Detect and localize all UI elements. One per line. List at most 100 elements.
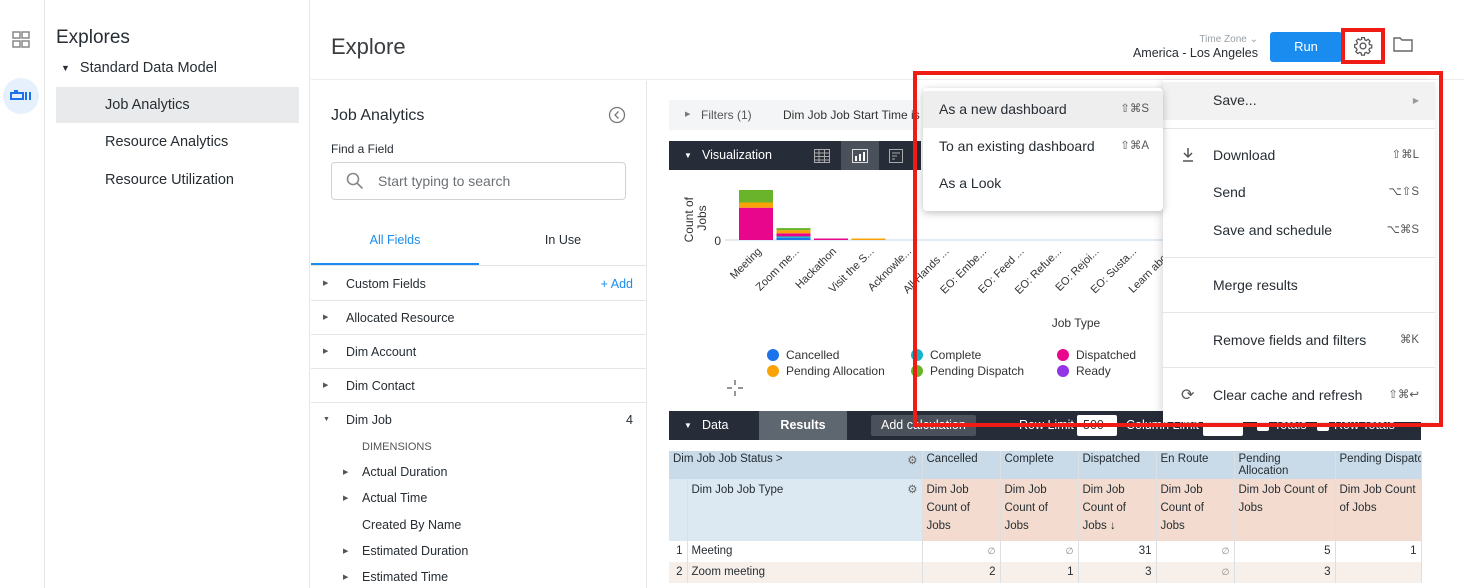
menu-item-shortcut: ⇧⌘S xyxy=(1120,103,1149,115)
add-calculation-button[interactable]: Add calculation xyxy=(871,415,976,436)
gear-icon[interactable]: ⚙ xyxy=(907,481,917,499)
row-limit-label: Row Limit xyxy=(1019,418,1074,432)
tab-all-fields[interactable]: All Fields xyxy=(311,222,479,266)
value-cell: 5 xyxy=(1234,541,1336,562)
pivot-column-header[interactable]: Pending Dispatc xyxy=(1335,451,1422,479)
measure-header[interactable]: Dim Job Count of Jobs xyxy=(922,479,1001,541)
table-viz-button[interactable] xyxy=(803,141,841,170)
bar-segment-pending-allocation[interactable] xyxy=(851,238,886,241)
explores-nav: Explores ▼ Standard Data Model Job Analy… xyxy=(45,0,310,588)
value-cell: 3 xyxy=(1234,562,1336,583)
measure-header[interactable]: Dim Job Count of Jobs ↓ xyxy=(1078,479,1157,541)
menu-divider xyxy=(1163,312,1435,313)
submenu-item-as-look[interactable]: As a Look xyxy=(923,165,1163,202)
collapse-picker-button[interactable] xyxy=(608,106,626,129)
bar-segment-pending-dispatch[interactable] xyxy=(776,228,811,231)
menu-item-label: To an existing dashboard xyxy=(939,138,1095,154)
field-search-input[interactable] xyxy=(378,173,598,189)
menu-item-label: As a new dashboard xyxy=(939,101,1067,117)
nav-item-job-analytics[interactable]: Job Analytics xyxy=(56,87,299,123)
dashboards-button[interactable] xyxy=(3,22,39,58)
field-actual-duration[interactable]: ▶ Actual Duration xyxy=(343,465,447,479)
explore-button[interactable] xyxy=(3,78,39,114)
nav-item-resource-analytics[interactable]: Resource Analytics xyxy=(56,124,299,160)
field-created-by-name[interactable]: Created By Name xyxy=(362,518,461,532)
bar-segment-pending-dispatch[interactable] xyxy=(739,190,773,203)
group-custom-fields[interactable]: ▶ Custom Fields + Add xyxy=(311,267,647,301)
caret-right-icon: ▶ xyxy=(343,469,349,476)
left-rail xyxy=(0,0,45,588)
dimension-header-cell[interactable]: Dim Job Job Type ⚙ xyxy=(687,479,923,541)
submenu-item-existing-dashboard[interactable]: To an existing dashboard ⇧⌘A xyxy=(923,128,1163,165)
gear-icon[interactable]: ⚙ xyxy=(907,453,917,467)
legend-item-dispatched[interactable]: Dispatched xyxy=(1057,348,1136,362)
legend-item-pending-dispatch[interactable]: Pending Dispatch xyxy=(911,364,1024,378)
legend-label: Pending Dispatch xyxy=(930,364,1024,378)
field-actual-time[interactable]: ▶ Actual Time xyxy=(343,491,427,505)
row-number: 2 xyxy=(669,562,688,583)
measure-header[interactable]: Dim Job Count of Jobs xyxy=(1156,479,1235,541)
menu-item-save-and-schedule[interactable]: Save and schedule ⌥⌘S xyxy=(1163,212,1435,249)
pivot-column-header[interactable]: Dispatched xyxy=(1078,451,1157,479)
bar-segment-pending-allocation[interactable] xyxy=(776,230,811,234)
measure-header[interactable]: Dim Job Count of Jobs xyxy=(1335,479,1422,541)
run-button[interactable]: Run xyxy=(1270,32,1342,62)
folder-button[interactable] xyxy=(1393,36,1413,57)
tab-in-use[interactable]: In Use xyxy=(479,222,647,266)
legend-item-ready[interactable]: Ready xyxy=(1057,364,1111,378)
data-toggle[interactable]: Data xyxy=(702,411,728,440)
submenu-item-new-dashboard[interactable]: As a new dashboard ⇧⌘S xyxy=(923,91,1163,128)
legend-label: Ready xyxy=(1076,364,1111,378)
pivot-column-header[interactable]: Cancelled xyxy=(922,451,1001,479)
menu-item-download[interactable]: Download ⇧⌘L xyxy=(1163,137,1435,174)
menu-item-send[interactable]: Send ⌥⇧S xyxy=(1163,174,1435,211)
visualization-bar[interactable]: ▼ Visualization xyxy=(669,141,921,170)
pivot-column-header[interactable]: En Route xyxy=(1156,451,1235,479)
gear-dropdown-menu: Save... ▶ Download ⇧⌘L Send ⌥⇧S Save and… xyxy=(1163,80,1435,422)
menu-item-clear-cache[interactable]: ⟳ Clear cache and refresh ⇧⌘↩ xyxy=(1163,377,1435,414)
bar-segment-pending-allocation[interactable] xyxy=(739,202,773,208)
filters-bar[interactable]: ▶ Filters (1) Dim Job Job Start Time is xyxy=(669,100,920,130)
bar-segment-dispatched[interactable] xyxy=(739,207,773,240)
field-estimated-time[interactable]: ▶ Estimated Time xyxy=(343,570,448,584)
results-tab[interactable]: Results xyxy=(759,411,847,440)
pivot-column-header[interactable]: Pending Allocation xyxy=(1234,451,1336,479)
value-cell: 2 xyxy=(922,562,1001,583)
caret-right-icon: ▶ xyxy=(343,495,349,502)
chevron-left-circle-icon xyxy=(608,106,626,124)
row-limit-input[interactable]: 500 xyxy=(1077,415,1117,436)
column-viz-button[interactable] xyxy=(841,141,879,170)
measure-header[interactable]: Dim Job Count of Jobs xyxy=(1000,479,1079,541)
field-label: Created By Name xyxy=(362,518,462,532)
group-dim-job[interactable]: ▼ Dim Job 4 xyxy=(311,403,647,437)
dashboard-grid-icon xyxy=(12,31,30,48)
menu-item-remove-fields[interactable]: Remove fields and filters ⌘K xyxy=(1163,322,1435,359)
bar-segment-complete[interactable] xyxy=(776,236,811,238)
group-dim-contact[interactable]: ▶ Dim Contact xyxy=(311,369,647,403)
time-zone-label: Time Zone ⌄ xyxy=(1199,34,1258,45)
menu-item-shortcut: ⇧⌘L xyxy=(1391,149,1419,161)
value-cell: ∅ xyxy=(1000,541,1079,562)
y-axis-label-line1: Count of xyxy=(682,196,696,242)
pivot-header-cell[interactable]: Dim Job Job Status > ⚙ xyxy=(669,451,923,479)
group-allocated-resource[interactable]: ▶ Allocated Resource xyxy=(311,301,647,335)
measure-header[interactable]: Dim Job Count of Jobs xyxy=(1234,479,1336,541)
group-dim-account[interactable]: ▶ Dim Account xyxy=(311,335,647,369)
add-custom-field-link[interactable]: + Add xyxy=(601,267,633,301)
legend-item-complete[interactable]: Complete xyxy=(911,348,982,362)
menu-item-merge-results[interactable]: Merge results xyxy=(1163,267,1435,304)
bar-segment-dispatched[interactable] xyxy=(776,233,811,237)
legend-item-cancelled[interactable]: Cancelled xyxy=(767,348,839,362)
pivot-column-header[interactable]: Complete xyxy=(1000,451,1079,479)
menu-item-save[interactable]: Save... ▶ xyxy=(1163,82,1435,120)
time-zone-picker[interactable]: Time Zone ⌄ America - Los Angeles xyxy=(1133,34,1258,60)
caret-right-icon: ▶ xyxy=(323,314,329,321)
field-estimated-duration[interactable]: ▶ Estimated Duration xyxy=(343,544,468,558)
model-toggle[interactable]: ▼ Standard Data Model xyxy=(61,60,217,76)
bar-viz-button[interactable] xyxy=(877,141,915,170)
legend-item-pending-allocation[interactable]: Pending Allocation xyxy=(767,364,885,378)
bar-segment-cancelled[interactable] xyxy=(776,237,811,240)
settings-gear-button[interactable] xyxy=(1341,28,1385,64)
bar-segment-dispatched[interactable] xyxy=(814,238,848,241)
nav-item-resource-utilization[interactable]: Resource Utilization xyxy=(56,162,299,198)
